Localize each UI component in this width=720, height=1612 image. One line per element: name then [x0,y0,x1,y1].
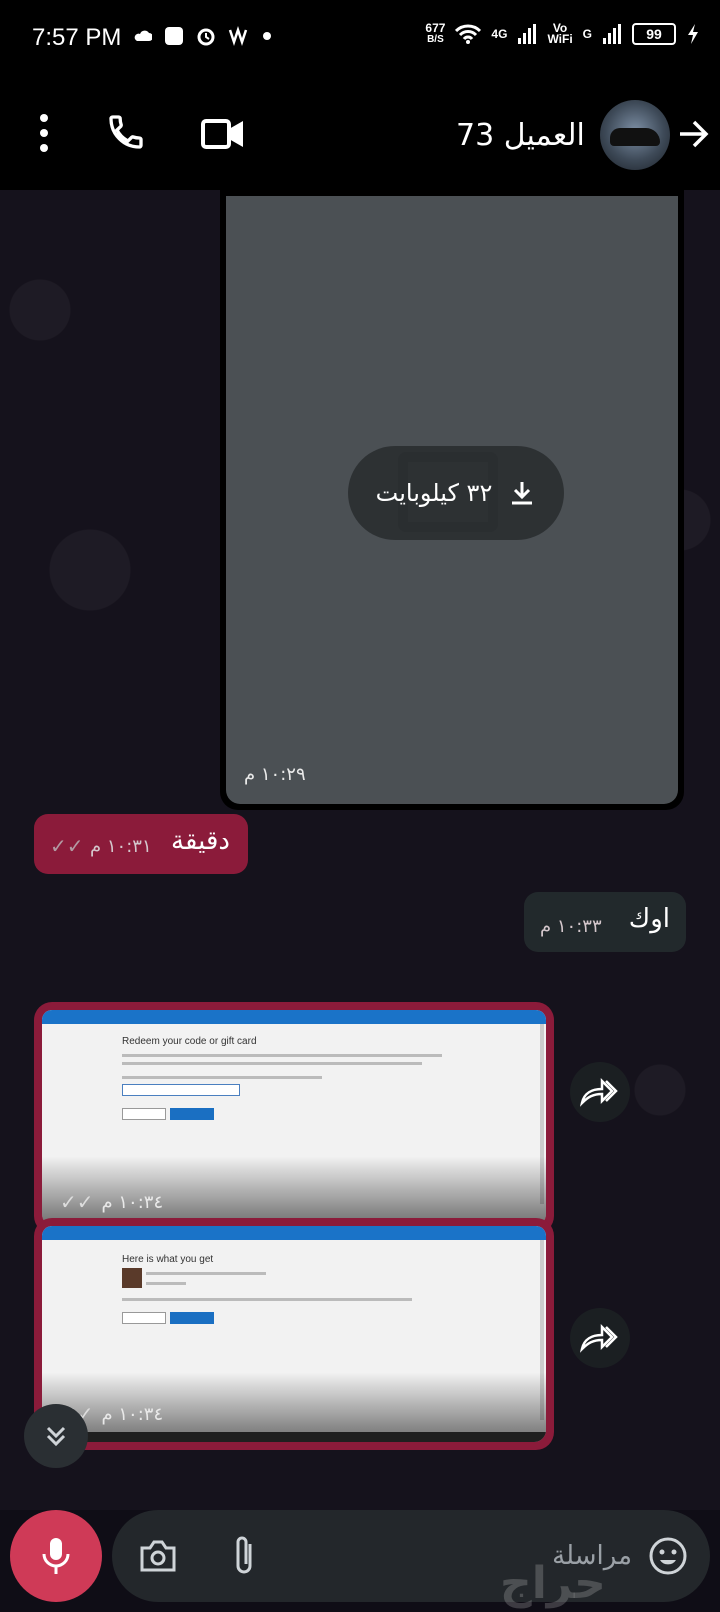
arrow-right-icon [680,120,709,148]
message-time: ١٠:٣٤ م [101,1403,164,1425]
more-options-button[interactable] [30,110,58,156]
speed-value: 677 [425,21,446,35]
voice-record-button[interactable] [10,1510,102,1602]
image-message[interactable]: ٣٢ كيلوبايت ١٠:٢٩ م [220,190,684,810]
cancel-box [122,1108,166,1120]
message-text: اوك [628,904,670,934]
scroll-to-bottom-button[interactable] [24,1404,88,1468]
chat-area[interactable]: ٣٢ كيلوبايت ١٠:٢٩ م دقيقة ✓✓ ١٠:٣١ م اوك… [0,190,720,1510]
double-chevron-down-icon [46,1426,66,1447]
wifi-icon [455,24,482,44]
contact-avatar[interactable] [600,100,670,170]
screenshot-time: ✓✓ ١٠:٣٤ م [60,1190,163,1214]
camera-icon [140,1540,176,1572]
vowifi-label: Vo WiFi [547,22,573,46]
text-line [122,1054,442,1057]
microphone-icon [42,1538,70,1574]
input-bar: حراج [0,1510,720,1612]
code-input-box [122,1084,240,1096]
message-time: ١٠:٣١ م [90,836,152,857]
battery-indicator: 99 [632,23,676,45]
status-bar: 7:57 PM 677 B/S 4G Vo WiFi G 99 [0,0,720,80]
screenshot-page-title: Here is what you get [122,1254,214,1265]
ms-account-bar [42,1226,546,1240]
compose-box[interactable] [112,1510,710,1602]
dot-icon [263,32,271,40]
download-size: ٣٢ كيلوبايت [375,479,493,507]
alarm-icon [197,28,215,46]
forward-button[interactable] [570,1308,630,1368]
wifi-text: WiFi [547,32,573,46]
watermark-logo: حراج [500,1558,606,1609]
download-icon [512,482,533,505]
image-placeholder: ٣٢ كيلوبايت ١٠:٢٩ م [226,196,678,804]
cancel-box [122,1312,166,1324]
download-button[interactable]: ٣٢ كيلوبايت [348,446,564,540]
screenshot-image: Redeem your code or gift card ✓✓ ١٠:٣٤ م [42,1010,546,1226]
double-check-icon: ✓✓ [60,1190,94,1214]
screenshot-image: Here is what you get ✓✓ ١٠:٣٤ م [42,1226,546,1442]
emoji-button[interactable] [648,1536,688,1576]
charging-icon [688,24,698,44]
taskbar [42,1432,546,1442]
phone-icon [109,115,143,149]
back-button[interactable] [676,116,712,152]
text-line [146,1272,266,1275]
system-icons: 677 B/S 4G Vo WiFi G 99 [425,22,700,46]
message-time: ١٠:٢٩ م [244,764,306,785]
outgoing-message[interactable]: اوك ١٠:٣٣ م [524,892,686,952]
message-time: ١٠:٣٤ م [101,1191,164,1213]
camera-button[interactable] [138,1538,178,1574]
cloud-icon [134,30,152,41]
next-box [170,1108,214,1120]
status-time: 7:57 PM [32,24,122,51]
screenshot-page-title: Redeem your code or gift card [122,1036,257,1047]
video-call-button[interactable] [200,114,246,154]
double-check-icon: ✓✓ [50,834,84,858]
more-vert-icon [40,114,48,152]
contact-name[interactable]: العميل 73 [456,118,585,153]
confirm-box [170,1312,214,1324]
message-text: دقيقة [171,826,230,856]
signal-bars-icon [518,24,537,44]
message-time: ١٠:٣٣ م [540,916,602,937]
signal-bars-2-icon [603,24,621,44]
text-line [122,1298,412,1301]
incoming-message[interactable]: دقيقة ✓✓ ١٠:٣١ م [34,814,248,874]
network-g: G [582,27,592,41]
text-line [146,1282,186,1285]
app-square-icon [165,27,183,45]
chat-header: العميل 73 [0,80,720,190]
network-4g: 4G [491,27,508,41]
avatar-car-shape [610,128,660,146]
game-thumbnail [122,1268,142,1288]
forward-icon [580,1077,618,1107]
text-line [122,1062,422,1065]
attach-button[interactable] [230,1534,260,1578]
ms-account-bar [42,1010,546,1024]
forward-icon [580,1323,618,1353]
notification-icons [134,26,272,46]
emoji-icon [649,1537,687,1575]
signal-activity-icon [228,26,248,46]
speed-unit: B/S [427,34,444,45]
voice-call-button[interactable] [106,112,146,152]
screenshot-message[interactable]: Redeem your code or gift card ✓✓ ١٠:٣٤ م [34,1002,554,1234]
text-line [122,1076,322,1079]
forward-button[interactable] [570,1062,630,1122]
screenshot-message[interactable]: Here is what you get ✓✓ ١٠:٣٤ م [34,1218,554,1450]
paperclip-icon [236,1536,252,1574]
video-camera-icon [201,119,243,149]
network-speed: 677 B/S [425,22,445,46]
